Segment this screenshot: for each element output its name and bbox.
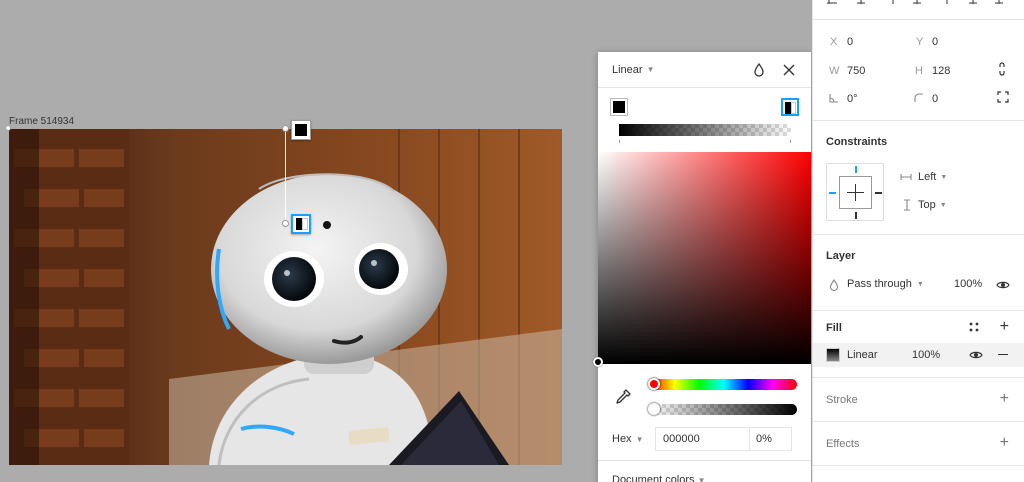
document-colors-label: Document colors [612, 474, 695, 482]
chevron-down-icon: ▼ [646, 65, 655, 74]
fill-section: Fill + Linear 100% [813, 311, 1024, 378]
hue-slider[interactable] [650, 379, 797, 390]
color-value-row: Hex ▼ 000000 0% [598, 426, 811, 452]
vertical-constraint-dropdown[interactable]: Top ▼ [918, 199, 947, 211]
layer-opacity-input[interactable]: 100% [954, 278, 982, 290]
h-label: H [915, 65, 923, 77]
constraint-top-active[interactable] [855, 166, 857, 173]
constraints-section: Constraints Left ▼ Top ▼ [813, 121, 1024, 235]
color-mode-dropdown[interactable]: Hex ▼ [598, 433, 655, 445]
stroke-section: Stroke + [813, 378, 1024, 422]
frame-corner-handle[interactable] [5, 125, 11, 131]
add-stroke-icon[interactable]: + [1000, 391, 1009, 407]
w-label: W [829, 65, 840, 77]
independent-corners-icon[interactable] [997, 91, 1009, 103]
gradient-stop-transparent-handle[interactable] [291, 214, 311, 234]
add-fill-icon[interactable]: + [1000, 319, 1009, 335]
constraint-right[interactable] [875, 192, 882, 194]
constraint-widget[interactable] [826, 163, 884, 221]
remove-fill-icon[interactable] [998, 354, 1008, 356]
constraints-title: Constraints [826, 136, 888, 148]
blend-mode-dropdown[interactable]: Pass through ▼ [847, 278, 924, 290]
effects-section: Effects + [813, 422, 1024, 466]
x-input[interactable]: 0 [847, 36, 853, 48]
fill-title: Fill [826, 322, 842, 334]
constraint-bottom[interactable] [855, 212, 857, 219]
eye-icon[interactable] [996, 280, 1010, 290]
fill-type-dropdown[interactable]: Linear ▼ [612, 64, 655, 76]
corner-radius-input[interactable]: 0 [932, 93, 938, 105]
frame-label[interactable]: Frame 514934 [9, 116, 74, 127]
saturation-value-area[interactable] [593, 152, 811, 367]
styles-grid-icon[interactable] [969, 322, 979, 332]
constraint-left-active[interactable] [829, 192, 836, 194]
fill-type-value[interactable]: Linear [847, 349, 878, 361]
blend-mode-value: Pass through [847, 278, 912, 290]
chevron-down-icon: ▼ [940, 173, 948, 181]
fill-row[interactable]: Linear 100% [813, 343, 1024, 367]
corner-radius-icon [914, 93, 923, 102]
geometry-section: X 0 Y 0 W 750 H 128 0° 0 [813, 20, 1024, 121]
hex-input[interactable]: 000000 [655, 427, 750, 451]
add-effect-icon[interactable]: + [1000, 435, 1009, 451]
eye-icon[interactable] [969, 350, 983, 360]
horizontal-constraint-icon [900, 174, 912, 180]
gradient-bar-ticks [619, 140, 791, 144]
horizontal-constraint-value: Left [918, 171, 937, 183]
layer-section: Layer Pass through ▼ 100% [813, 235, 1024, 311]
constraint-center-h[interactable] [847, 192, 864, 193]
alpha-input[interactable]: 0% [750, 427, 792, 451]
layer-title: Layer [826, 250, 856, 262]
rotation-icon [829, 94, 838, 103]
color-picker-popover: Linear ▼ Hex ▼ 000000 0% Document colors… [593, 52, 811, 482]
blend-drop-icon[interactable] [751, 62, 767, 78]
eyedropper-icon[interactable] [614, 388, 632, 406]
align-icons[interactable] [813, 0, 1024, 10]
close-icon[interactable] [781, 62, 797, 78]
gradient-start-handle[interactable] [282, 125, 289, 132]
alignment-toolbar [813, 0, 1024, 20]
gradient-stop-2[interactable] [781, 98, 799, 116]
alpha-slider-thumb[interactable] [648, 403, 660, 415]
chevron-down-icon: ▼ [916, 280, 924, 288]
gradient-line [285, 129, 286, 224]
x-label: X [830, 36, 838, 48]
fill-opacity-input[interactable]: 100% [912, 349, 940, 361]
chevron-down-icon: ▼ [939, 201, 947, 209]
chevron-down-icon: ▼ [635, 434, 644, 444]
stroke-title: Stroke [826, 394, 858, 406]
fill-swatch[interactable] [826, 348, 840, 362]
horizontal-constraint-dropdown[interactable]: Left ▼ [918, 171, 947, 183]
properties-panel: X 0 Y 0 W 750 H 128 0° 0 Constraints Lef… [812, 0, 1024, 482]
effects-title: Effects [826, 438, 860, 450]
picker-divider [598, 460, 811, 461]
vertical-constraint-value: Top [918, 199, 936, 211]
w-input[interactable]: 750 [847, 65, 865, 77]
fill-type-label: Linear [612, 63, 643, 76]
color-cursor[interactable] [593, 357, 603, 367]
chevron-down-icon: ▼ [697, 476, 706, 482]
hue-slider-thumb[interactable] [648, 378, 660, 390]
rotation-input[interactable]: 0° [847, 93, 858, 105]
y-input[interactable]: 0 [932, 36, 938, 48]
gradient-stop-black-handle[interactable] [291, 120, 311, 140]
vertical-constraint-icon [904, 199, 910, 211]
document-colors-dropdown[interactable]: Document colors ▼ [612, 474, 706, 482]
h-input[interactable]: 128 [932, 65, 950, 77]
y-label: Y [916, 36, 924, 48]
alpha-slider[interactable] [650, 404, 797, 415]
constrain-proportions-icon[interactable] [997, 61, 1007, 77]
gradient-preview-bar[interactable] [619, 124, 791, 136]
picker-header: Linear ▼ [598, 52, 811, 88]
color-mode-label: Hex [612, 433, 632, 445]
gradient-stop-1[interactable] [610, 98, 628, 116]
blend-mode-icon [829, 279, 839, 291]
gradient-end-handle[interactable] [282, 220, 289, 227]
